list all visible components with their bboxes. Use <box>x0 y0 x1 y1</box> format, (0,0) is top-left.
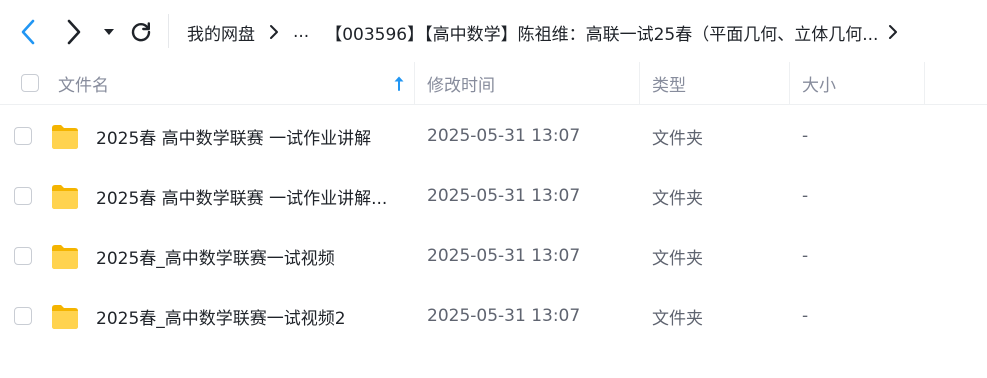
modified-time: 2025-05-31 13:07 <box>427 186 581 206</box>
column-header-name[interactable]: 文件名 <box>58 62 109 104</box>
column-divider[interactable] <box>924 62 925 104</box>
table-row[interactable]: 2025春 高中数学联赛 一试作业讲解... 2025-05-31 13:07 … <box>0 166 987 226</box>
file-size: - <box>802 246 809 266</box>
toolbar-divider <box>168 14 169 48</box>
file-size: - <box>802 306 809 326</box>
breadcrumb: 我的网盘 ... 【003596】【高中数学】陈祖维：高联一试25春（平面几何、… <box>187 18 898 46</box>
chevron-right-icon <box>67 19 81 45</box>
back-button[interactable] <box>14 16 42 48</box>
row-checkbox[interactable] <box>14 187 32 205</box>
history-dropdown-button[interactable] <box>100 20 118 44</box>
file-name[interactable]: 2025春_高中数学联赛一试视频2 <box>96 286 346 346</box>
row-checkbox[interactable] <box>14 307 32 325</box>
file-name[interactable]: 2025春_高中数学联赛一试视频 <box>96 226 335 286</box>
folder-icon <box>50 106 80 166</box>
folder-icon <box>50 286 80 346</box>
caret-down-icon <box>104 29 114 35</box>
sort-ascending-arrow-icon[interactable] <box>393 62 405 104</box>
folder-icon <box>50 166 80 226</box>
column-divider[interactable] <box>639 62 640 104</box>
folder-icon <box>50 226 80 286</box>
file-name[interactable]: 2025春 高中数学联赛 一试作业讲解 <box>96 106 371 166</box>
breadcrumb-separator-icon <box>269 24 279 40</box>
breadcrumb-root[interactable]: 我的网盘 <box>187 20 255 45</box>
file-size: - <box>802 186 809 206</box>
row-checkbox-cell <box>14 166 32 226</box>
forward-button[interactable] <box>60 16 88 48</box>
breadcrumb-current-folder[interactable]: 【003596】【高中数学】陈祖维：高联一试25春（平面几何、立体几何... <box>325 20 878 45</box>
table-header: 文件名 修改时间 类型 大小 <box>0 62 987 105</box>
file-type: 文件夹 <box>652 128 703 149</box>
file-type: 文件夹 <box>652 308 703 329</box>
modified-time: 2025-05-31 13:07 <box>427 306 581 326</box>
file-type: 文件夹 <box>652 248 703 269</box>
chevron-left-icon <box>21 19 35 45</box>
modified-time: 2025-05-31 13:07 <box>427 246 581 266</box>
row-checkbox-cell <box>14 226 32 286</box>
row-checkbox[interactable] <box>14 127 32 145</box>
column-header-size[interactable]: 大小 <box>802 62 836 104</box>
modified-time: 2025-05-31 13:07 <box>427 126 581 146</box>
select-all-checkbox[interactable] <box>21 74 39 92</box>
table-row[interactable]: 2025春_高中数学联赛一试视频2 2025-05-31 13:07 文件夹 - <box>0 286 987 346</box>
column-header-type[interactable]: 类型 <box>652 62 686 104</box>
toolbar: 我的网盘 ... 【003596】【高中数学】陈祖维：高联一试25春（平面几何、… <box>0 0 987 62</box>
file-name[interactable]: 2025春 高中数学联赛 一试作业讲解... <box>96 166 387 226</box>
column-divider[interactable] <box>414 62 415 104</box>
file-type: 文件夹 <box>652 188 703 209</box>
file-size: - <box>802 126 809 146</box>
select-all-cell <box>21 62 39 104</box>
row-checkbox[interactable] <box>14 247 32 265</box>
row-checkbox-cell <box>14 286 32 346</box>
breadcrumb-expand-icon[interactable] <box>888 24 898 40</box>
refresh-button[interactable] <box>126 16 156 48</box>
breadcrumb-ellipsis[interactable]: ... <box>293 22 309 42</box>
table-row[interactable]: 2025春 高中数学联赛 一试作业讲解 2025-05-31 13:07 文件夹… <box>0 106 987 166</box>
column-divider[interactable] <box>789 62 790 104</box>
row-checkbox-cell <box>14 106 32 166</box>
refresh-icon <box>131 22 151 42</box>
column-header-modified[interactable]: 修改时间 <box>427 62 495 104</box>
table-row[interactable]: 2025春_高中数学联赛一试视频 2025-05-31 13:07 文件夹 - <box>0 226 987 286</box>
